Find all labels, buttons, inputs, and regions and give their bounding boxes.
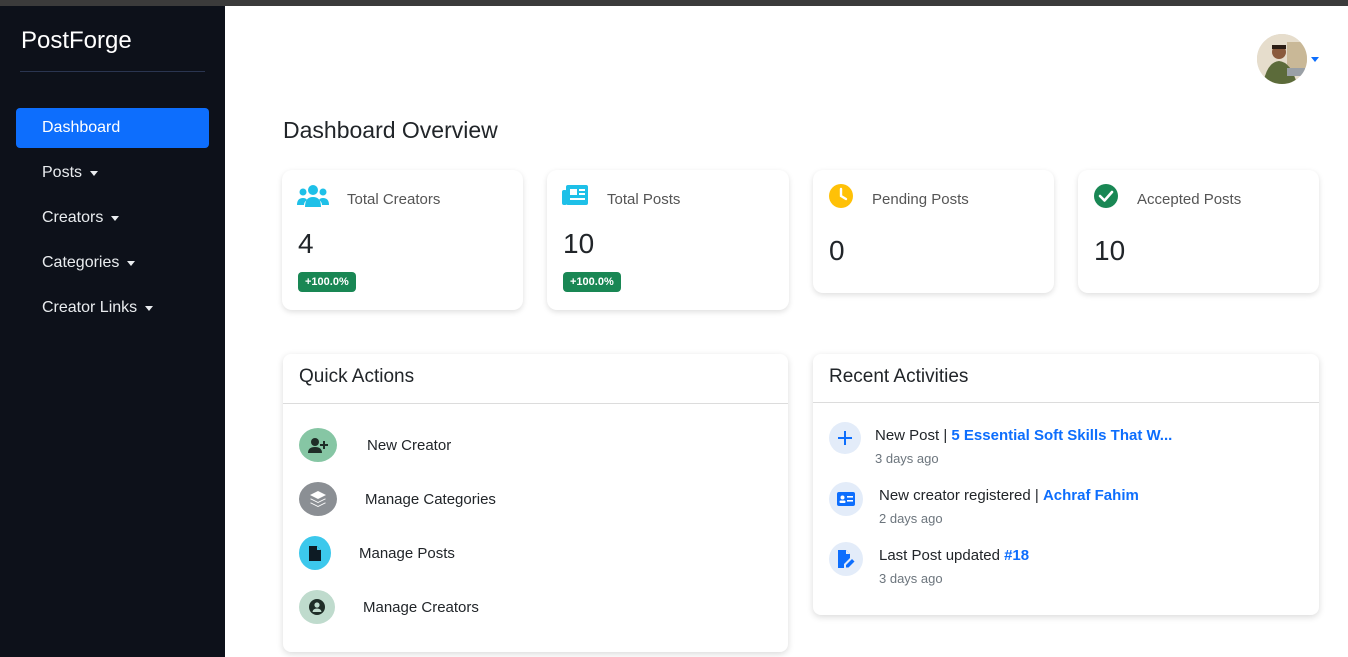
page-title: Dashboard Overview — [283, 117, 498, 143]
sidebar-item-posts[interactable]: Posts — [16, 153, 209, 193]
caret-down-icon — [127, 260, 136, 266]
caret-down-icon — [145, 305, 154, 311]
stat-value: 10 — [563, 228, 595, 259]
activity-prefix: Last Post updated — [879, 547, 1005, 564]
activity-prefix: New creator registered | — [879, 487, 1043, 504]
sidebar: PostForge Dashboard Posts Creators Categ… — [0, 6, 225, 657]
stat-label: Pending Posts — [872, 191, 969, 208]
activity-text: New Post | 5 Essential Soft Skills That … — [875, 427, 1172, 444]
quick-actions-panel: Quick Actions New Creator Manage Categor… — [283, 354, 788, 652]
stat-label: Total Creators — [347, 191, 441, 208]
quick-action-new-creator[interactable]: New Creator — [299, 428, 451, 462]
growth-badge: +100.0% — [563, 272, 621, 292]
activity-link[interactable]: Achraf Fahim — [1043, 487, 1139, 504]
activity-link[interactable]: #18 — [1004, 547, 1029, 564]
quick-action-label: Manage Creators — [363, 598, 479, 616]
stat-label: Accepted Posts — [1137, 191, 1242, 208]
user-circle-icon — [299, 590, 335, 624]
brand-divider — [20, 71, 205, 72]
newspaper-icon — [562, 183, 592, 209]
panel-divider — [283, 403, 788, 404]
sidebar-item-label: Categories — [42, 254, 120, 271]
users-icon — [297, 183, 329, 209]
sidebar-item-creator-links[interactable]: Creator Links — [16, 288, 209, 328]
sidebar-item-label: Dashboard — [42, 119, 121, 136]
quick-action-manage-categories[interactable]: Manage Categories — [299, 482, 496, 516]
activity-prefix: New Post | — [875, 427, 952, 444]
panel-title: Quick Actions — [299, 366, 415, 387]
sidebar-item-label: Creators — [42, 209, 104, 226]
sidebar-nav: Dashboard Posts Creators Categories Crea… — [16, 108, 209, 333]
quick-action-manage-creators[interactable]: Manage Creators — [299, 590, 479, 624]
activity-time: 3 days ago — [875, 451, 939, 466]
activity-link[interactable]: 5 Essential Soft Skills That W... — [951, 427, 1172, 444]
clock-icon — [828, 183, 858, 209]
stat-card-pending-posts: Pending Posts 0 — [813, 170, 1054, 293]
growth-badge: +100.0% — [298, 272, 356, 292]
check-circle-icon — [1093, 183, 1123, 209]
caret-down-icon — [111, 215, 120, 221]
caret-down-icon — [90, 170, 99, 176]
user-avatar[interactable] — [1257, 34, 1307, 84]
quick-action-label: New Creator — [367, 436, 452, 454]
stat-label: Total Posts — [607, 191, 681, 208]
stat-value: 4 — [298, 228, 314, 259]
quick-action-label: Manage Categories — [365, 490, 496, 508]
sidebar-item-creators[interactable]: Creators — [16, 198, 209, 238]
panel-divider — [813, 402, 1319, 403]
plus-icon — [829, 422, 861, 454]
stat-card-accepted-posts: Accepted Posts 10 — [1078, 170, 1319, 293]
user-plus-icon — [299, 428, 337, 462]
activity-time: 3 days ago — [879, 571, 943, 586]
brand-logo[interactable]: PostForge — [21, 27, 132, 55]
activity-text: Last Post updated #18 — [879, 547, 1029, 564]
quick-action-manage-posts[interactable]: Manage Posts — [299, 536, 455, 570]
stat-value: 10 — [1094, 235, 1126, 266]
avatar-dropdown-caret-icon[interactable] — [1311, 57, 1319, 62]
panel-title: Recent Activities — [829, 366, 969, 387]
edit-file-icon — [829, 542, 863, 576]
stat-card-total-creators: Total Creators 4 +100.0% — [282, 170, 523, 310]
sidebar-item-dashboard[interactable]: Dashboard — [16, 108, 209, 148]
sidebar-item-categories[interactable]: Categories — [16, 243, 209, 283]
file-icon — [299, 536, 331, 570]
activity-time: 2 days ago — [879, 511, 943, 526]
sidebar-item-label: Posts — [42, 164, 83, 181]
stat-card-total-posts: Total Posts 10 +100.0% — [547, 170, 789, 310]
id-card-icon — [829, 482, 863, 516]
quick-action-label: Manage Posts — [359, 544, 455, 562]
recent-activities-panel: Recent Activities New Post | 5 Essential… — [813, 354, 1319, 615]
sidebar-item-label: Creator Links — [42, 299, 138, 316]
activity-text: New creator registered | Achraf Fahim — [879, 487, 1139, 504]
layers-icon — [299, 482, 337, 516]
stat-value: 0 — [829, 235, 845, 266]
